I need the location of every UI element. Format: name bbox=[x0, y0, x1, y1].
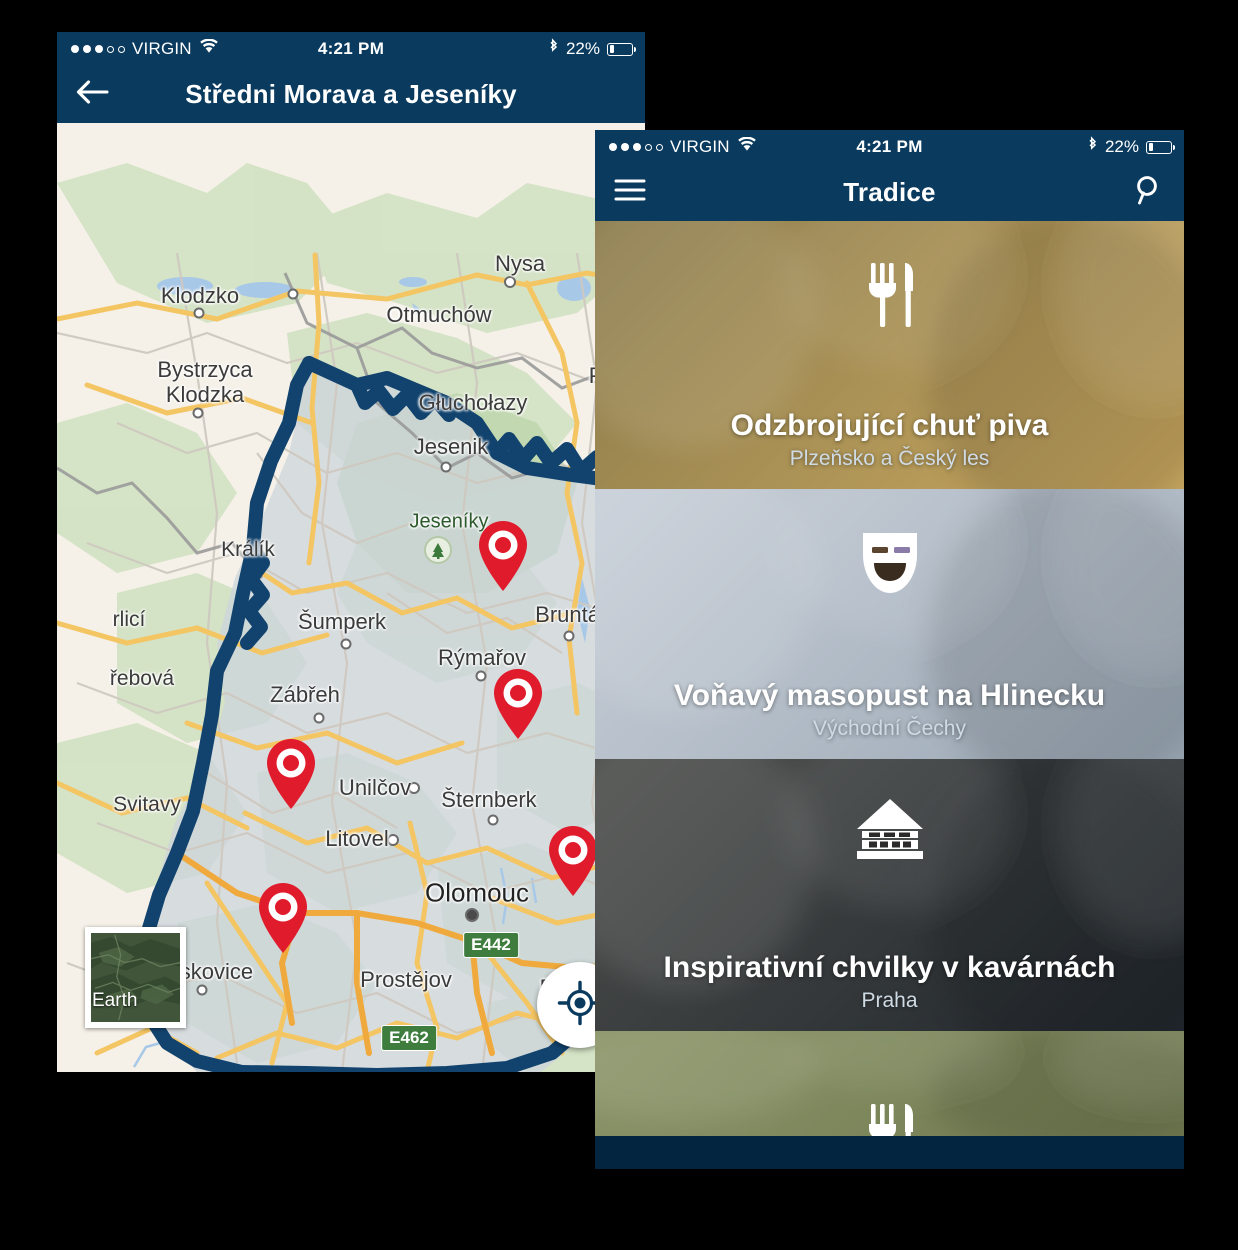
card-title: Inspirativní chvilky v kavárnách bbox=[663, 951, 1116, 984]
card-cafe[interactable]: Inspirativní chvilky v kavárnách Praha bbox=[595, 759, 1184, 1031]
search-button[interactable] bbox=[1114, 164, 1184, 221]
road-shield: E462 bbox=[381, 1025, 437, 1051]
page-title: Středni Morava a Jeseníky bbox=[185, 79, 517, 109]
tab-places[interactable] bbox=[831, 1168, 949, 1169]
card-title: Voňavý masopust na Hlinecku bbox=[673, 679, 1106, 712]
phone-map-screen: VIRGIN 4:21 PM 22% Středni Morava a Jese… bbox=[57, 32, 645, 1072]
battery-icon bbox=[1146, 140, 1175, 154]
card-subtitle: Východní Čechy bbox=[813, 717, 966, 740]
earth-toggle-button[interactable]: Earth bbox=[85, 927, 186, 1028]
card-field[interactable] bbox=[595, 1031, 1184, 1136]
status-right-group-right: 22% bbox=[1087, 135, 1175, 159]
earth-toggle-label: Earth bbox=[92, 990, 138, 1011]
nav-bar-left: Středni Morava a Jeseníky bbox=[57, 66, 645, 123]
status-bar-right: VIRGIN 4:21 PM 22% bbox=[595, 130, 1184, 164]
road-shield: E442 bbox=[463, 932, 519, 958]
map-canvas[interactable]: KlodzkoNysaOtmuchówPrudnikBystrzycaKlodz… bbox=[57, 123, 645, 1072]
search-icon bbox=[1133, 174, 1165, 211]
card-title: Odzbrojující chuť piva bbox=[730, 409, 1049, 442]
battery-percent-label: 22% bbox=[565, 39, 600, 58]
bluetooth-icon bbox=[548, 37, 559, 61]
tradice-card-list[interactable]: Odzbrojující chuť piva Plzeňsko a Český l… bbox=[595, 221, 1184, 1136]
theater-mask-icon bbox=[595, 529, 1184, 597]
bottom-tab-bar bbox=[595, 1136, 1184, 1169]
status-bar-left: VIRGIN 4:21 PM 22% bbox=[57, 32, 645, 66]
nav-bar-right: Tradice bbox=[595, 164, 1184, 221]
hamburger-menu-icon bbox=[614, 178, 646, 207]
battery-percent-label: 22% bbox=[1104, 137, 1139, 156]
cutlery-icon bbox=[595, 1102, 1184, 1136]
map-pin-2[interactable] bbox=[490, 667, 546, 741]
park-icon bbox=[424, 536, 452, 564]
battery-icon bbox=[607, 42, 636, 56]
back-arrow-icon bbox=[75, 79, 109, 110]
map-pin-1[interactable] bbox=[475, 519, 531, 593]
card-subtitle: Plzeňsko a Český les bbox=[789, 447, 990, 470]
back-button[interactable] bbox=[57, 66, 127, 123]
status-right-group: 22% bbox=[548, 37, 636, 61]
card-carnival[interactable]: Voňavý masopust na Hlinecku Východní Čech… bbox=[595, 489, 1184, 759]
card-subtitle: Praha bbox=[861, 989, 918, 1012]
location-pin-icon bbox=[867, 1168, 911, 1169]
map-pin-4[interactable] bbox=[545, 824, 601, 898]
menu-button[interactable] bbox=[595, 164, 665, 221]
card-beer[interactable]: Odzbrojující chuť piva Plzeňsko a Český l… bbox=[595, 221, 1184, 489]
phone-list-screen: VIRGIN 4:21 PM 22% Tradice Odzbrojující … bbox=[595, 130, 1184, 1169]
page-title: Tradice bbox=[843, 177, 936, 207]
bluetooth-icon bbox=[1087, 135, 1098, 159]
map-pin-3[interactable] bbox=[263, 737, 319, 811]
cutlery-icon bbox=[595, 261, 1184, 329]
cottage-icon bbox=[595, 799, 1184, 861]
map-pin-5[interactable] bbox=[255, 881, 311, 955]
